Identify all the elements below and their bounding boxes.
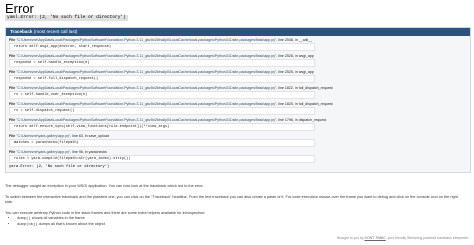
frame-file-label: File: [9, 150, 16, 154]
traceback-headline[interactable]: Traceback: [10, 29, 32, 34]
list-item: dump(obj) dumps all that's known about t…: [17, 222, 465, 228]
frame-line-info: , line 1796, in dispatch_request: [276, 118, 327, 122]
explanation-paragraph: The debugger caught an exception in your…: [5, 184, 204, 188]
frame-code[interactable]: return self.ensure_sync(self.view_functi…: [9, 123, 315, 131]
helper-code: dump(): [17, 217, 31, 221]
traceback-frame[interactable]: File "C:\Users\me\yara-gallery\app.py", …: [9, 150, 466, 163]
frame-path: "C:\Users\me\yara-gallery\app.py": [16, 134, 71, 138]
frame-file-label: File: [9, 86, 16, 90]
footer-text: , your friendly Werkzeug powered traceba…: [385, 236, 469, 240]
traceback-frame[interactable]: File "C:\Users\me\AppData\Local\Packages…: [9, 102, 466, 115]
helpers-list: dump() shows all variables in the frame …: [5, 216, 465, 228]
frame-file-line: File "C:\Users\me\AppData\Local\Packages…: [9, 102, 466, 107]
frame-file-label: File: [9, 118, 16, 122]
helper-code: dump(obj): [17, 223, 38, 227]
traceback-frame[interactable]: File "C:\Users\me\AppData\Local\Packages…: [9, 38, 466, 51]
frame-code[interactable]: rv = self.dispatch_request(): [9, 107, 315, 115]
frame-line-info: , line 2548, in __call__: [276, 38, 313, 42]
frame-line-info: , line 2528, in wsgi_app: [276, 54, 314, 58]
frame-line-info: , line 63, in save_upload: [70, 134, 110, 138]
frame-file-line: File "C:\Users\me\AppData\Local\Packages…: [9, 86, 466, 91]
frame-code[interactable]: response = self.handle_exception(e): [9, 59, 315, 67]
helper-text: dumps all that's known about the object: [37, 222, 105, 226]
error-summary: yaml.Error: (2, 'No such file or directo…: [5, 15, 128, 21]
page-title: Error: [5, 1, 34, 16]
frame-line-info: , line 96, in yarachecks: [70, 150, 107, 154]
frame-path: "C:\Users\me\AppData\Local\Packages\Pyth…: [16, 118, 277, 122]
explanation-text: The debugger caught an exception in your…: [5, 184, 465, 189]
frame-file-label: File: [9, 70, 16, 74]
helper-text: shows all variables in the frame: [30, 216, 85, 220]
frame-line-info: , line 1820, in full_dispatch_request: [276, 102, 333, 106]
footer-brand-link[interactable]: DON'T PANIC: [365, 236, 386, 240]
traceback-note: (most recent call last): [33, 29, 78, 34]
frame-code[interactable]: response = self.full_dispatch_request(): [9, 75, 315, 83]
frame-code[interactable]: rv = self.handle_user_exception(e): [9, 91, 315, 99]
frame-path: "C:\Users\me\AppData\Local\Packages\Pyth…: [16, 38, 277, 42]
traceback-frame[interactable]: File "C:\Users\me\AppData\Local\Packages…: [9, 54, 466, 67]
frame-file-label: File: [9, 54, 16, 58]
traceback-header[interactable]: Traceback (most recent call last): [6, 28, 470, 36]
frame-path: "C:\Users\me\yara-gallery\app.py": [16, 150, 71, 154]
frame-file-line: File "C:\Users\me\AppData\Local\Packages…: [9, 118, 466, 123]
frame-path: "C:\Users\me\AppData\Local\Packages\Pyth…: [16, 54, 277, 58]
footer-prefix: Brought to you by: [336, 236, 365, 240]
frame-path: "C:\Users\me\AppData\Local\Packages\Pyth…: [16, 70, 277, 74]
frame-file-label: File: [9, 102, 16, 106]
frame-line-info: , line 2525, in wsgi_app: [276, 70, 314, 74]
frame-code[interactable]: rules = yara.compile(filepath=str(yara_i…: [9, 155, 315, 163]
frame-code[interactable]: matches = yarachecks(filepath): [9, 139, 315, 147]
traceback-frame[interactable]: File "C:\Users\me\AppData\Local\Packages…: [9, 70, 466, 83]
frame-code[interactable]: return self.wsgi_app(environ, start_resp…: [9, 43, 315, 51]
explanation-text: You can execute arbitrary Python code in…: [5, 211, 465, 228]
frame-path: "C:\Users\me\AppData\Local\Packages\Pyth…: [16, 102, 277, 106]
frame-file-line: File "C:\Users\me\AppData\Local\Packages…: [9, 38, 466, 43]
frame-file-label: File: [9, 38, 16, 42]
traceback-frame[interactable]: File "C:\Users\me\AppData\Local\Packages…: [9, 118, 466, 131]
explanation-paragraph: To switch between the interactive traceb…: [5, 195, 458, 204]
frame-file-line: File "C:\Users\me\AppData\Local\Packages…: [9, 70, 466, 75]
frame-path: "C:\Users\me\AppData\Local\Packages\Pyth…: [16, 86, 277, 90]
traceback-frame[interactable]: File "C:\Users\me\yara-gallery\app.py", …: [9, 134, 466, 147]
explanation-text: To switch between the interactive traceb…: [5, 195, 465, 205]
traceback-frame[interactable]: File "C:\Users\me\AppData\Local\Packages…: [9, 86, 466, 99]
frame-line-info: , line 1822, in full_dispatch_request: [276, 86, 333, 90]
error-page: Error yaml.Error: (2, 'No such file or d…: [0, 0, 474, 245]
frame-file-label: File: [9, 134, 16, 138]
traceback-panel: Traceback (most recent call last) File "…: [5, 27, 471, 173]
frame-file-line: File "C:\Users\me\AppData\Local\Packages…: [9, 54, 466, 59]
footer: Brought to you by DON'T PANIC, your frie…: [337, 236, 469, 241]
final-error-message: yara.Error: (2, 'No such file or directo…: [9, 165, 110, 169]
